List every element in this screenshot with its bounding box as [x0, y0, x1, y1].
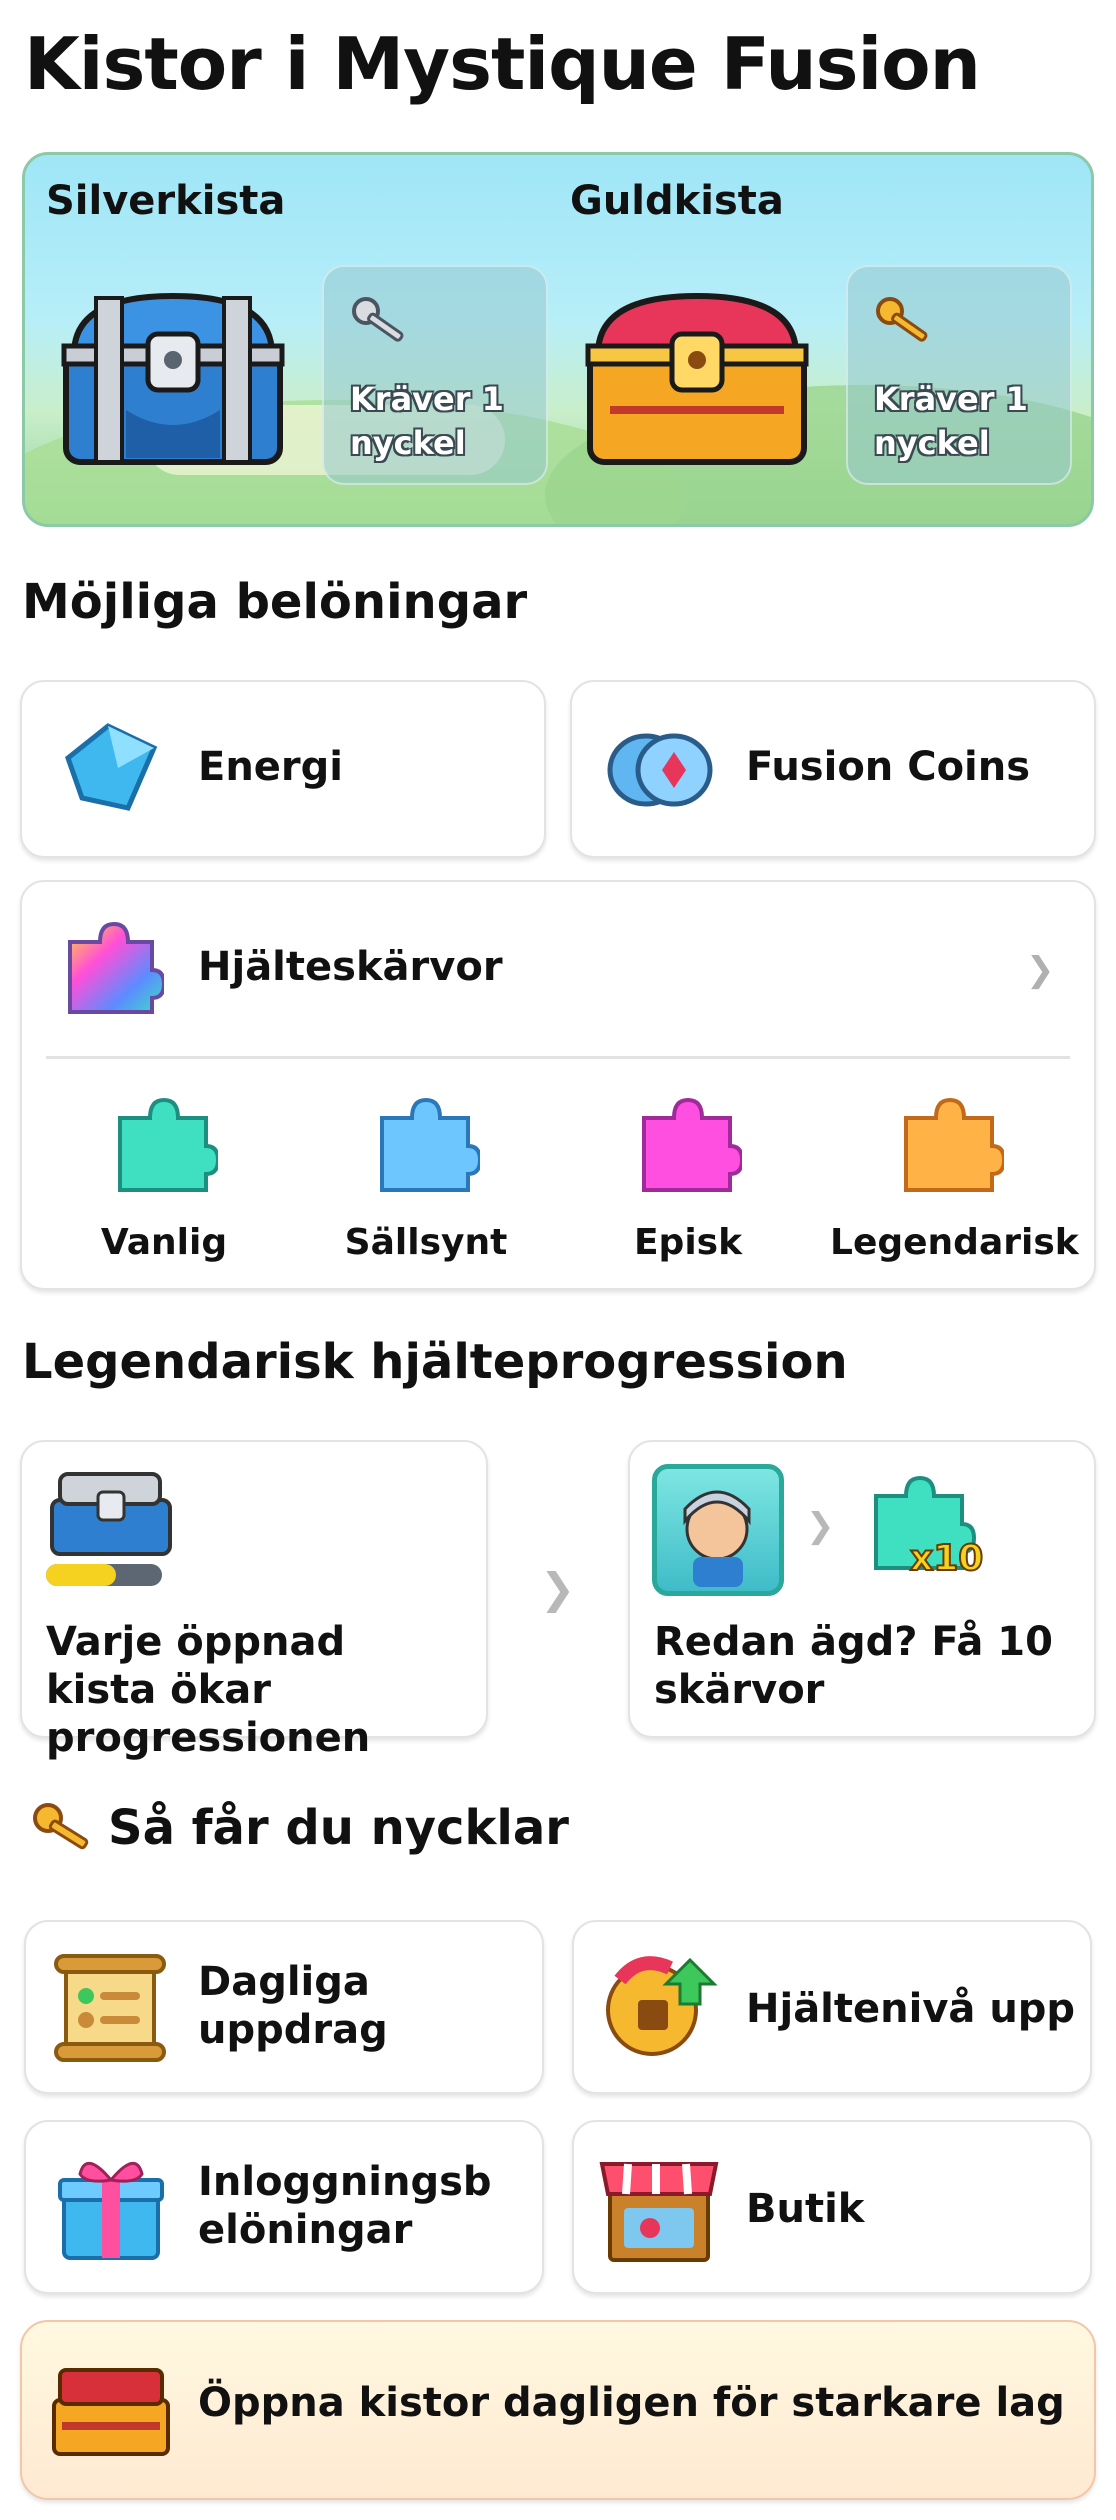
daily-missions-label: Dagliga uppdrag — [198, 1959, 388, 2053]
gift-icon — [58, 2162, 164, 2260]
tip-banner-text: Öppna kistor dagligen för starkare lag — [198, 2380, 1065, 2426]
gold-key-icon — [876, 297, 928, 342]
rewards-heading: Möjliga belöningar — [22, 574, 528, 630]
rare-shard-icon — [380, 1097, 480, 1192]
hero-shards-icon — [68, 921, 164, 1014]
shards-divider — [46, 1056, 1070, 1059]
helmet-level-up-icon — [606, 1956, 718, 2056]
shop-label: Butik — [746, 2186, 865, 2232]
gold-key-requirement-text: Kräver 1 nyckel — [874, 380, 1028, 462]
scroll-icon — [54, 1954, 166, 2062]
hero-shards-label: Hjälteskärvor — [198, 944, 503, 990]
hero-level-up-label: Hjältenivå upp — [746, 1986, 1076, 2032]
gold-chest-icon[interactable] — [580, 290, 814, 470]
coins-label: Fusion Coins — [746, 744, 1031, 790]
progression-step2-text: Redan ägd? Få 10 skärvor — [654, 1619, 1053, 1713]
legendary-shard-icon — [904, 1097, 1004, 1192]
common-shard-icon — [118, 1097, 218, 1192]
key-icon — [33, 1803, 89, 1850]
progression-heading: Legendarisk hjälteprogression — [22, 1334, 848, 1390]
shard-multiplier: x10 — [909, 1537, 984, 1580]
silver-chest-label: Silverkista — [46, 178, 286, 224]
silver-key-icon — [352, 297, 404, 342]
rarity-epic-label: Episk — [633, 1222, 743, 1263]
progress-bar-fill — [46, 1564, 116, 1586]
shop-icon — [599, 2162, 719, 2262]
energy-label: Energi — [198, 744, 343, 790]
login-rewards-label: Inloggningsbelöningar — [198, 2159, 492, 2253]
arrow-right-icon: ❯ — [806, 1506, 835, 1546]
fusion-coins-icon — [607, 733, 713, 807]
rarity-common-label: Vanlig — [100, 1222, 228, 1263]
progression-step1-text: Varje öppnad kista ökar progressionen — [46, 1619, 371, 1761]
rarity-rare-label: Sällsynt — [344, 1222, 508, 1263]
silver-key-requirement-text: Kräver 1 nyckel — [350, 380, 504, 462]
silver-key-requirement-card: Kräver 1 nyckel — [322, 265, 548, 485]
chest-progress-icon — [50, 1472, 172, 1556]
epic-shard-icon — [642, 1097, 742, 1192]
gold-chest-label: Guldkista — [570, 178, 784, 224]
chevron-right-icon: ❯ — [540, 1564, 576, 1613]
page-title: Kistor i Mystique Fusion — [24, 22, 981, 106]
chevron-down-icon[interactable]: ❯ — [1026, 950, 1055, 990]
hero-portrait-icon — [652, 1464, 784, 1596]
rarity-legendary-label: Legendarisk — [830, 1222, 1079, 1263]
red-chest-icon — [52, 2368, 170, 2456]
keys-heading: Så får du nycklar — [108, 1800, 569, 1856]
gold-key-requirement-card: Kräver 1 nyckel — [846, 265, 1072, 485]
progress-bar-track — [46, 1564, 162, 1586]
energy-crystal-icon — [65, 723, 158, 811]
silver-chest-icon[interactable] — [56, 290, 290, 470]
